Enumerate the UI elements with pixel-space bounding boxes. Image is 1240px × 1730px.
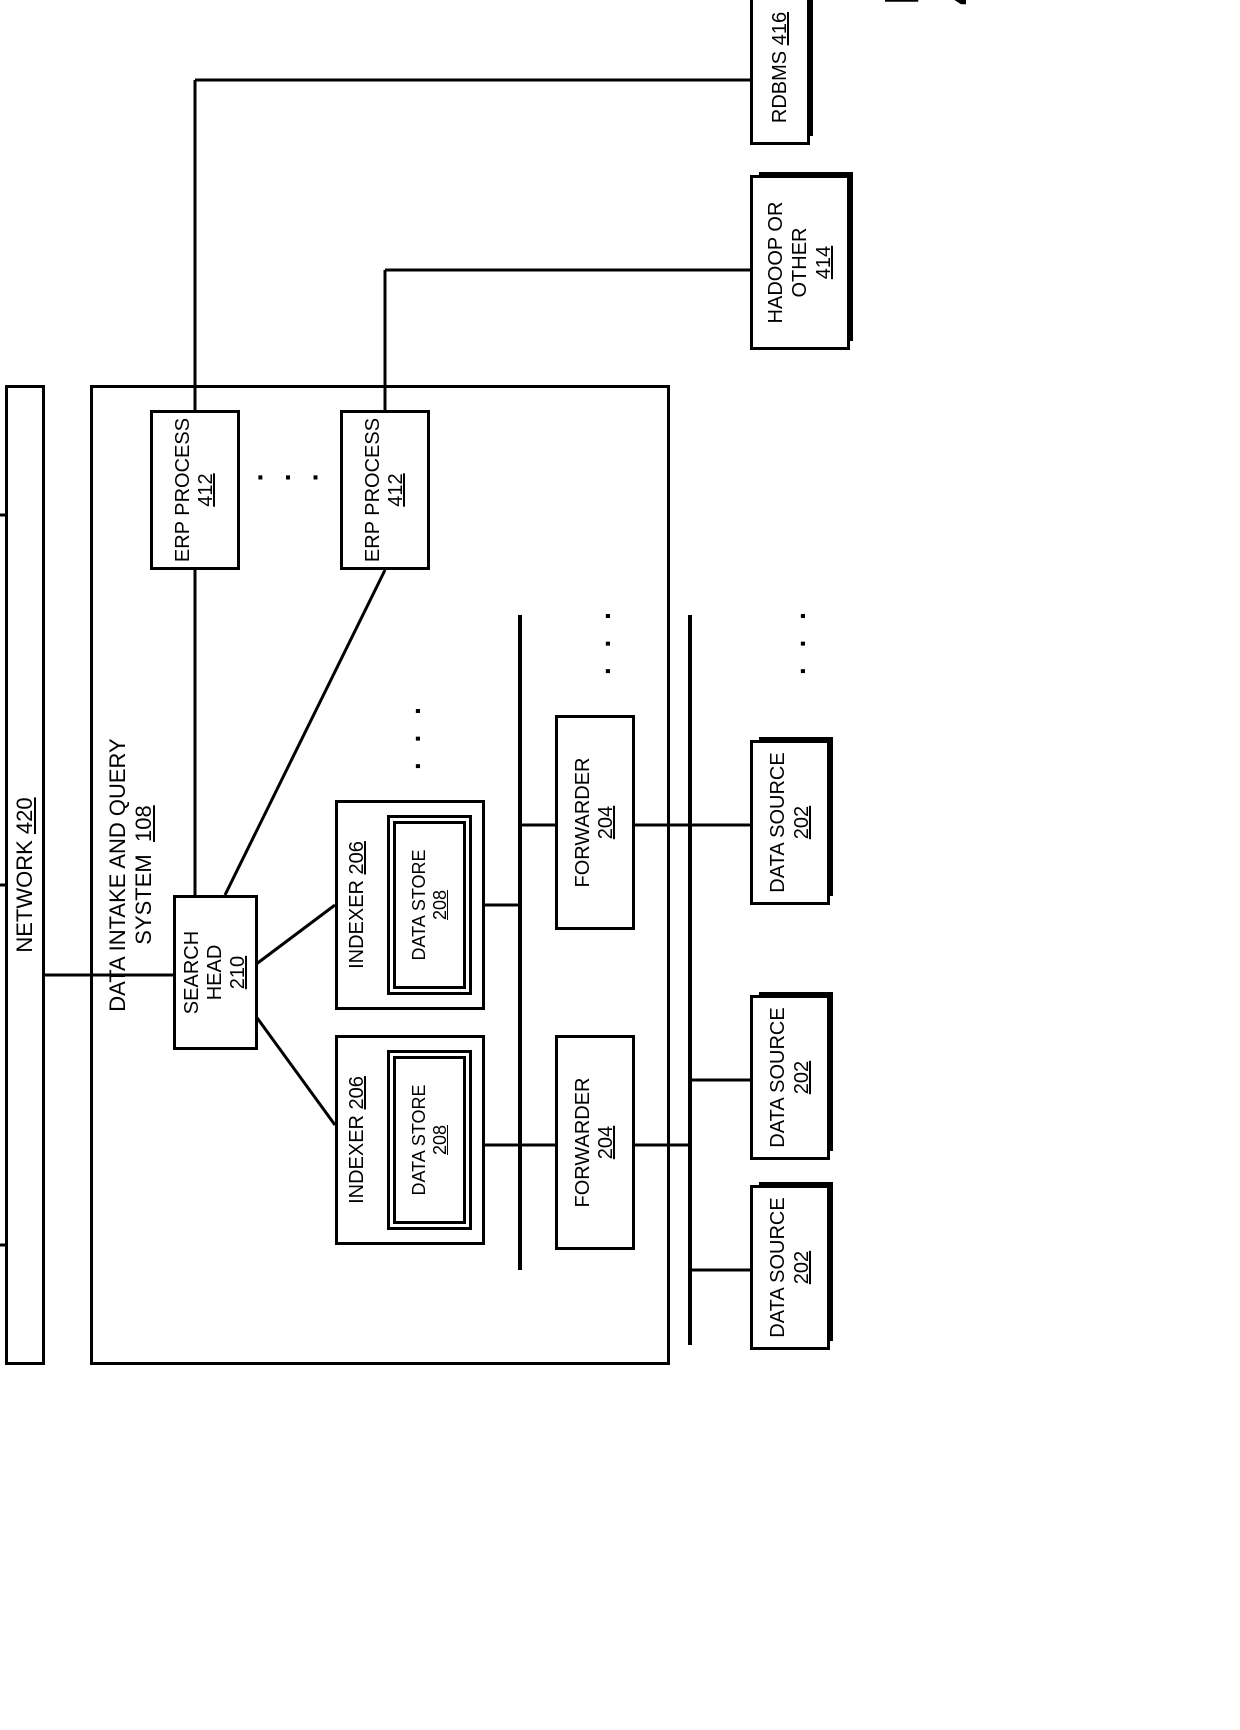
figure-label: FIG. 4 — [875, 0, 985, 5]
network-ref: 420 — [12, 797, 38, 834]
data-source-2: DATA SOURCE 202 — [750, 995, 830, 1160]
rdbms-box: RDBMS 416 — [750, 0, 810, 145]
erp-process-1: ERP PROCESS 412 — [150, 410, 240, 570]
forwarder-ellipsis: . . . — [585, 606, 617, 675]
network-bar: NETWORK 420 — [5, 385, 45, 1365]
data-source-3: DATA SOURCE 202 — [750, 740, 830, 905]
system-label: DATA INTAKE AND QUERY SYSTEM 108 — [105, 705, 158, 1045]
data-source-1: DATA SOURCE 202 — [750, 1185, 830, 1350]
data-store-1: DATA STORE 208 — [387, 1050, 472, 1230]
network-label: NETWORK — [12, 840, 38, 952]
hadoop-box: HADOOP OR OTHER 414 — [750, 175, 850, 350]
forwarder-2: FORWARDER 204 — [555, 715, 635, 930]
indexer-ellipsis: . . . — [395, 701, 427, 770]
forwarder-1: FORWARDER 204 — [555, 1035, 635, 1250]
data-store-2: DATA STORE 208 — [387, 815, 472, 995]
search-head: SEARCH HEAD 210 — [173, 895, 258, 1050]
data-source-ellipsis: . . . — [780, 606, 812, 675]
erp-ellipsis: . . . — [257, 455, 326, 487]
erp-process-2: ERP PROCESS 412 — [340, 410, 430, 570]
